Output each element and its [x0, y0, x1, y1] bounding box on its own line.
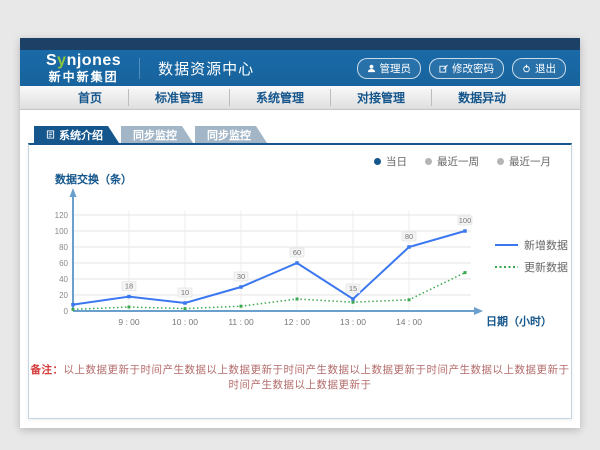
svg-text:100: 100: [55, 227, 69, 236]
line-chart: 0 20 40 60 80 100 120 9 : 00 10 : 00 11 : 00 12 : …: [43, 171, 571, 336]
content-panel: 当日 最近一周 最近一月 0 20 40 60 80 100 120 9 : 00 10 : 0…: [28, 143, 572, 419]
radio-unselected-icon: [497, 158, 504, 165]
svg-text:10 : 00: 10 : 00: [172, 317, 198, 327]
svg-text:0: 0: [64, 307, 69, 316]
svg-text:18: 18: [125, 282, 133, 291]
tab-sync-monitor-2[interactable]: 同步监控: [195, 126, 267, 143]
svg-text:60: 60: [59, 259, 68, 268]
company-logo: Synjones 新中新集团: [46, 53, 121, 83]
filter-last-week[interactable]: 最近一周: [425, 154, 479, 169]
svg-text:新增数据: 新增数据: [524, 238, 568, 252]
admin-user-button[interactable]: 管理员: [357, 58, 422, 79]
svg-text:100: 100: [459, 216, 472, 225]
header: Synjones 新中新集团 数据资源中心 管理员 修改密码 退出: [20, 50, 580, 86]
data-exchange-chart-svg: 0 20 40 60 80 100 120 9 : 00 10 : 00 11 : 00 12 : …: [43, 171, 588, 331]
power-icon: [522, 64, 531, 73]
nav-item-standard-mgmt[interactable]: 标准管理: [128, 89, 229, 106]
note-text: 以上数据更新于时间产生数据以上数据更新于时间产生数据以上数据更新于时间产生数据以…: [64, 364, 570, 391]
user-actions: 管理员 修改密码 退出: [357, 58, 567, 79]
document-icon: [46, 130, 55, 139]
nav-item-data-change[interactable]: 数据异动: [431, 89, 532, 106]
tab-system-intro[interactable]: 系统介绍: [34, 126, 119, 143]
tab-system-intro-label: 系统介绍: [59, 127, 103, 143]
svg-text:15: 15: [349, 284, 357, 293]
svg-text:9 : 00: 9 : 00: [118, 317, 140, 327]
svg-text:80: 80: [405, 232, 413, 241]
svg-text:30: 30: [237, 272, 245, 281]
svg-text:14 : 00: 14 : 00: [396, 317, 422, 327]
change-password-label: 修改密码: [452, 61, 494, 76]
svg-text:13 : 00: 13 : 00: [340, 317, 366, 327]
admin-user-label: 管理员: [380, 61, 412, 76]
svg-text:40: 40: [59, 275, 68, 284]
filter-today-label: 当日: [386, 154, 407, 169]
top-strip: [20, 38, 580, 50]
footer-note: 备注：以上数据更新于时间产生数据以上数据更新于时间产生数据以上数据更新于时间产生…: [29, 362, 571, 392]
tab-row: 系统介绍 同步监控 同步监控: [34, 126, 572, 143]
page-title: 数据资源中心: [139, 58, 254, 79]
filter-last-month-label: 最近一月: [509, 154, 551, 169]
time-filter-group: 当日 最近一周 最近一月: [374, 154, 551, 169]
logo-brand-text: Synjones: [46, 53, 121, 69]
logo-leaf-accent: y: [57, 52, 66, 69]
nav-item-home[interactable]: 首页: [52, 89, 128, 106]
filter-last-month[interactable]: 最近一月: [497, 154, 551, 169]
main-nav: 首页 标准管理 系统管理 对接管理 数据异动: [20, 86, 580, 110]
svg-text:120: 120: [55, 211, 69, 220]
radio-unselected-icon: [425, 158, 432, 165]
note-label: 备注：: [31, 364, 64, 376]
edit-icon: [439, 64, 448, 73]
logout-label: 退出: [535, 61, 556, 76]
radio-selected-icon: [374, 158, 381, 165]
logout-button[interactable]: 退出: [512, 58, 566, 79]
nav-item-interface-mgmt[interactable]: 对接管理: [330, 89, 431, 106]
filter-today[interactable]: 当日: [374, 154, 407, 169]
nav-item-system-mgmt[interactable]: 系统管理: [229, 89, 330, 106]
svg-text:11 : 00: 11 : 00: [228, 317, 254, 327]
user-icon: [367, 64, 376, 73]
change-password-button[interactable]: 修改密码: [429, 58, 504, 79]
tab-sync-monitor-1[interactable]: 同步监控: [121, 126, 193, 143]
svg-text:更新数据: 更新数据: [524, 260, 568, 274]
app-window: Synjones 新中新集团 数据资源中心 管理员 修改密码 退出 首页 标准管…: [20, 38, 580, 428]
svg-text:60: 60: [293, 248, 301, 257]
tab-sync-monitor-1-label: 同步监控: [133, 127, 177, 143]
svg-text:80: 80: [59, 243, 68, 252]
svg-text:日期（小时）: 日期（小时）: [486, 314, 552, 328]
logo-company-text: 新中新集团: [46, 71, 121, 83]
tab-sync-monitor-2-label: 同步监控: [207, 127, 251, 143]
svg-text:10: 10: [181, 288, 189, 297]
svg-text:12 : 00: 12 : 00: [284, 317, 310, 327]
svg-text:20: 20: [59, 291, 68, 300]
filter-last-week-label: 最近一周: [437, 154, 479, 169]
svg-text:数据交换（条）: 数据交换（条）: [55, 172, 132, 186]
